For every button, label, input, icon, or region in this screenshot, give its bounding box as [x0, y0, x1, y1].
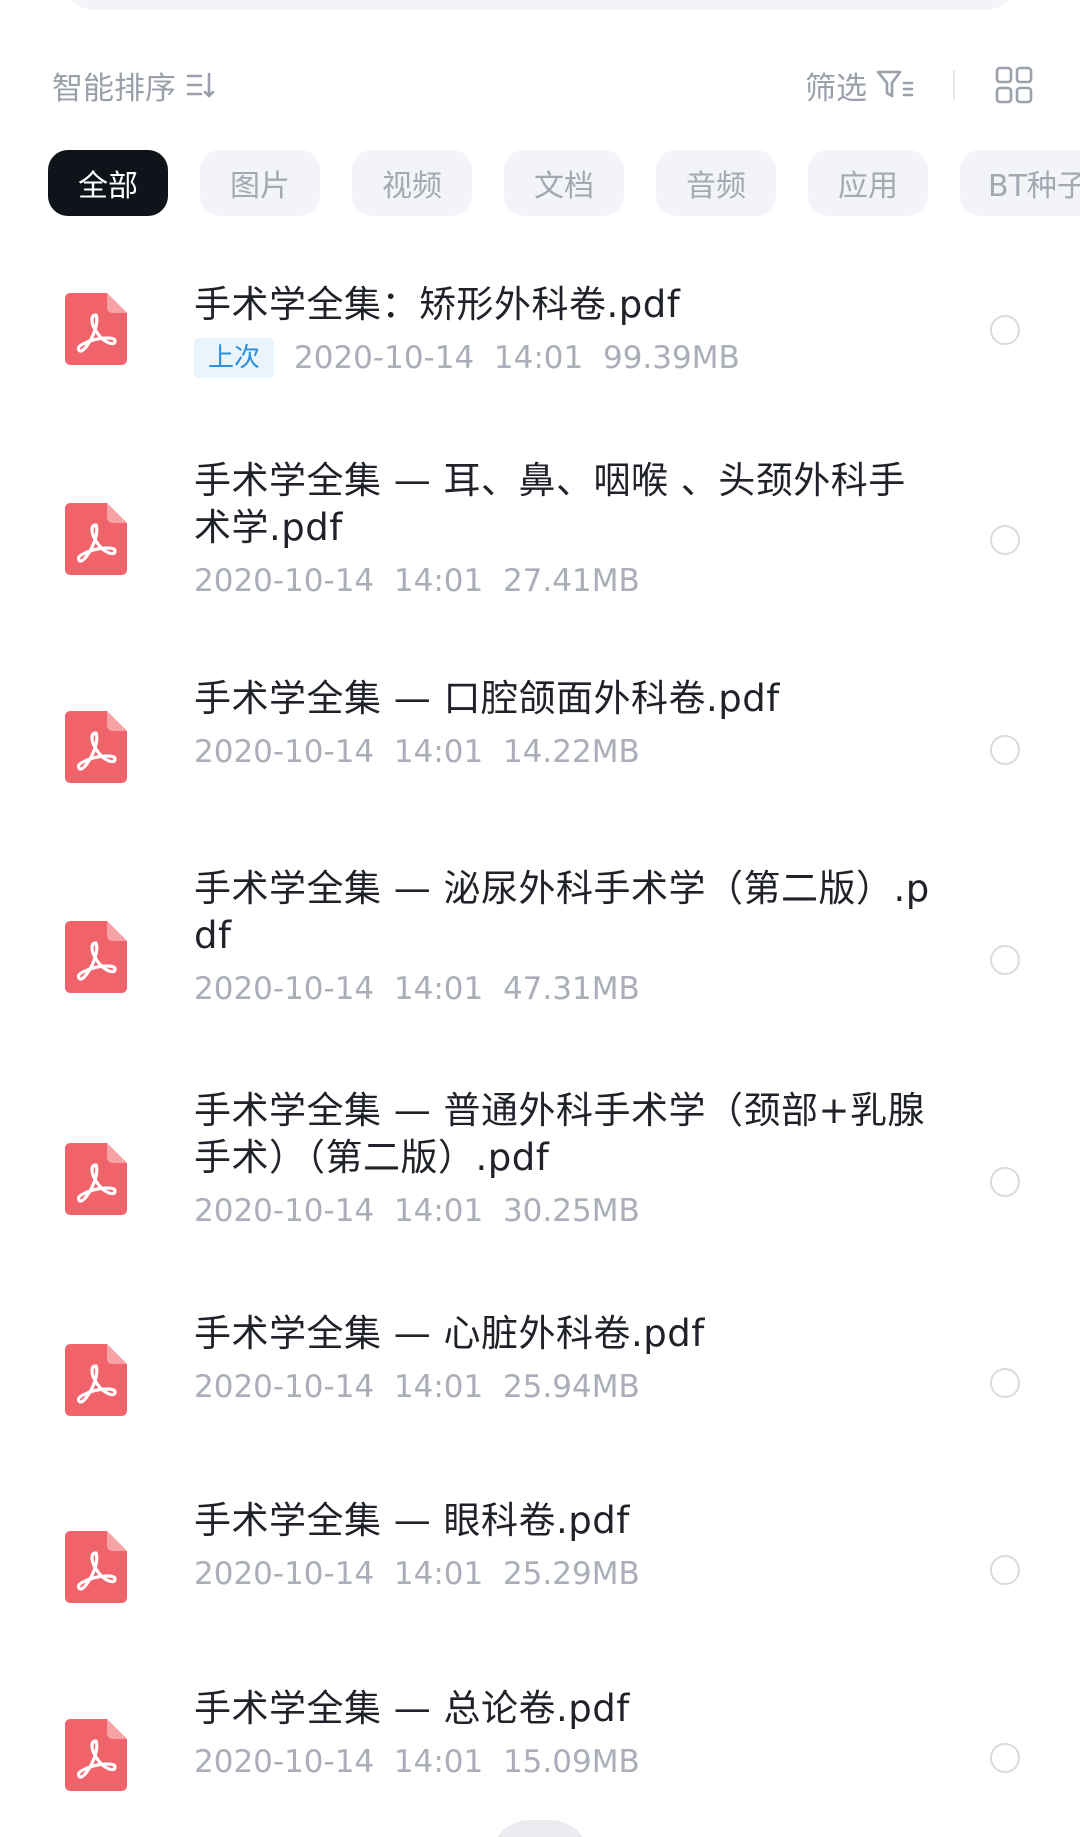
file-date: 2020-10-14 [194, 1369, 375, 1405]
file-size: 47.31MB [502, 971, 640, 1007]
tab-videos[interactable]: 视频 [352, 150, 472, 216]
file-meta: 2020-10-14 14:01 25.94MB [194, 1367, 934, 1407]
file-size: 14.22MB [502, 734, 640, 770]
file-time: 14:01 [393, 1556, 484, 1592]
pdf-icon [65, 1719, 127, 1791]
list-item[interactable]: 手术学全集 — 耳、鼻、咽喉 、头颈外科手术学.pdf 2020-10-14 1… [0, 455, 1080, 645]
list-item[interactable]: 手术学全集 — 眼科卷.pdf 2020-10-14 14:01 25.29MB [0, 1497, 1080, 1657]
file-name: 手术学全集 — 耳、鼻、咽喉 、头颈外科手术学.pdf [194, 459, 906, 549]
list-toolbar: 智能排序 筛选 [0, 55, 1080, 115]
pdf-icon [65, 293, 127, 365]
category-tabs: 全部 图片 视频 文档 音频 应用 BT种子 [48, 150, 1080, 216]
select-radio[interactable] [990, 1743, 1020, 1773]
sort-label: 智能排序 [52, 70, 176, 107]
file-size: 27.41MB [502, 563, 640, 599]
pdf-icon [65, 921, 127, 993]
file-time: 14:01 [393, 563, 484, 599]
pdf-icon [65, 711, 127, 783]
file-meta: 2020-10-14 14:01 14.22MB [194, 732, 934, 772]
file-manager-page: 智能排序 筛选 全部 图片 视频 文档 音频 应用 BT种子 手术学全集：矫形外… [0, 0, 1080, 1837]
select-radio[interactable] [990, 735, 1020, 765]
file-date: 2020-10-14 [194, 1193, 375, 1229]
filter-label: 筛选 [805, 70, 867, 107]
toolbar-divider [953, 70, 955, 100]
file-info: 手术学全集 — 眼科卷.pdf 2020-10-14 14:01 25.29MB [194, 1497, 934, 1594]
file-name: 手术学全集：矫形外科卷.pdf [194, 283, 681, 326]
file-time: 14:01 [393, 971, 484, 1007]
pdf-icon [65, 1531, 127, 1603]
file-size: 15.09MB [502, 1744, 640, 1780]
file-info: 手术学全集 — 普通外科手术学（颈部+乳腺手术）（第二版）.pdf 2020-1… [194, 1087, 934, 1231]
list-item[interactable]: 手术学全集：矫形外科卷.pdf 上次 2020-10-14 14:01 99.3… [0, 255, 1080, 415]
file-meta: 上次 2020-10-14 14:01 99.39MB [194, 338, 934, 378]
last-opened-badge: 上次 [194, 338, 275, 378]
file-name: 手术学全集 — 普通外科手术学（颈部+乳腺手术）（第二版）.pdf [194, 1089, 926, 1179]
search-bar[interactable] [60, 0, 1020, 10]
select-radio[interactable] [990, 315, 1020, 345]
select-radio[interactable] [990, 525, 1020, 555]
file-info: 手术学全集 — 泌尿外科手术学（第二版）.pdf 2020-10-14 14:0… [194, 865, 934, 1009]
list-item[interactable]: 手术学全集 — 泌尿外科手术学（第二版）.pdf 2020-10-14 14:0… [0, 865, 1080, 1055]
file-date: 2020-10-14 [294, 340, 475, 376]
tab-images[interactable]: 图片 [200, 150, 320, 216]
file-info: 手术学全集 — 心脏外科卷.pdf 2020-10-14 14:01 25.94… [194, 1310, 934, 1407]
file-info: 手术学全集 — 耳、鼻、咽喉 、头颈外科手术学.pdf 2020-10-14 1… [194, 457, 934, 601]
tab-all[interactable]: 全部 [48, 150, 168, 216]
file-size: 25.94MB [502, 1369, 640, 1405]
file-size: 30.25MB [502, 1193, 640, 1229]
file-date: 2020-10-14 [194, 971, 375, 1007]
select-radio[interactable] [990, 1167, 1020, 1197]
list-item[interactable]: 手术学全集 — 心脏外科卷.pdf 2020-10-14 14:01 25.94… [0, 1310, 1080, 1470]
file-info: 手术学全集 — 总论卷.pdf 2020-10-14 14:01 15.09MB [194, 1685, 934, 1782]
file-date: 2020-10-14 [194, 563, 375, 599]
tab-documents[interactable]: 文档 [504, 150, 624, 216]
grid-view-icon[interactable] [994, 65, 1034, 105]
file-name: 手术学全集 — 泌尿外科手术学（第二版）.pdf [194, 867, 930, 957]
list-item[interactable]: 手术学全集 — 普通外科手术学（颈部+乳腺手术）（第二版）.pdf 2020-1… [0, 1087, 1080, 1277]
file-name: 手术学全集 — 眼科卷.pdf [194, 1499, 630, 1542]
file-size: 99.39MB [602, 340, 740, 376]
select-radio[interactable] [990, 1368, 1020, 1398]
select-radio[interactable] [990, 1555, 1020, 1585]
tab-apps[interactable]: 应用 [808, 150, 928, 216]
file-meta: 2020-10-14 14:01 15.09MB [194, 1742, 934, 1782]
file-time: 14:01 [393, 734, 484, 770]
pdf-icon [65, 1344, 127, 1416]
tab-bt-torrents[interactable]: BT种子 [960, 150, 1080, 216]
pdf-icon [65, 1143, 127, 1215]
file-time: 14:01 [393, 1369, 484, 1405]
file-info: 手术学全集：矫形外科卷.pdf 上次 2020-10-14 14:01 99.3… [194, 281, 934, 378]
sort-icon [186, 72, 215, 98]
file-meta: 2020-10-14 14:01 27.41MB [194, 561, 934, 601]
sort-button[interactable]: 智能排序 [52, 65, 220, 107]
filter-icon [876, 70, 914, 98]
file-meta: 2020-10-14 14:01 47.31MB [194, 969, 934, 1009]
list-item[interactable]: 手术学全集 — 总论卷.pdf 2020-10-14 14:01 15.09MB [0, 1685, 1080, 1837]
list-item[interactable]: 手术学全集 — 口腔颌面外科卷.pdf 2020-10-14 14:01 14.… [0, 675, 1080, 835]
file-name: 手术学全集 — 口腔颌面外科卷.pdf [194, 677, 780, 720]
pdf-icon [65, 503, 127, 575]
file-time: 14:01 [493, 340, 584, 376]
tab-audio[interactable]: 音频 [656, 150, 776, 216]
file-date: 2020-10-14 [194, 1744, 375, 1780]
file-name: 手术学全集 — 心脏外科卷.pdf [194, 1312, 705, 1355]
file-meta: 2020-10-14 14:01 25.29MB [194, 1554, 934, 1594]
file-size: 25.29MB [502, 1556, 640, 1592]
file-time: 14:01 [393, 1744, 484, 1780]
file-date: 2020-10-14 [194, 1556, 375, 1592]
file-date: 2020-10-14 [194, 734, 375, 770]
file-time: 14:01 [393, 1193, 484, 1229]
filter-button[interactable]: 筛选 [805, 65, 915, 107]
select-radio[interactable] [990, 945, 1020, 975]
file-info: 手术学全集 — 口腔颌面外科卷.pdf 2020-10-14 14:01 14.… [194, 675, 934, 772]
file-meta: 2020-10-14 14:01 30.25MB [194, 1191, 934, 1231]
file-name: 手术学全集 — 总论卷.pdf [194, 1687, 630, 1730]
